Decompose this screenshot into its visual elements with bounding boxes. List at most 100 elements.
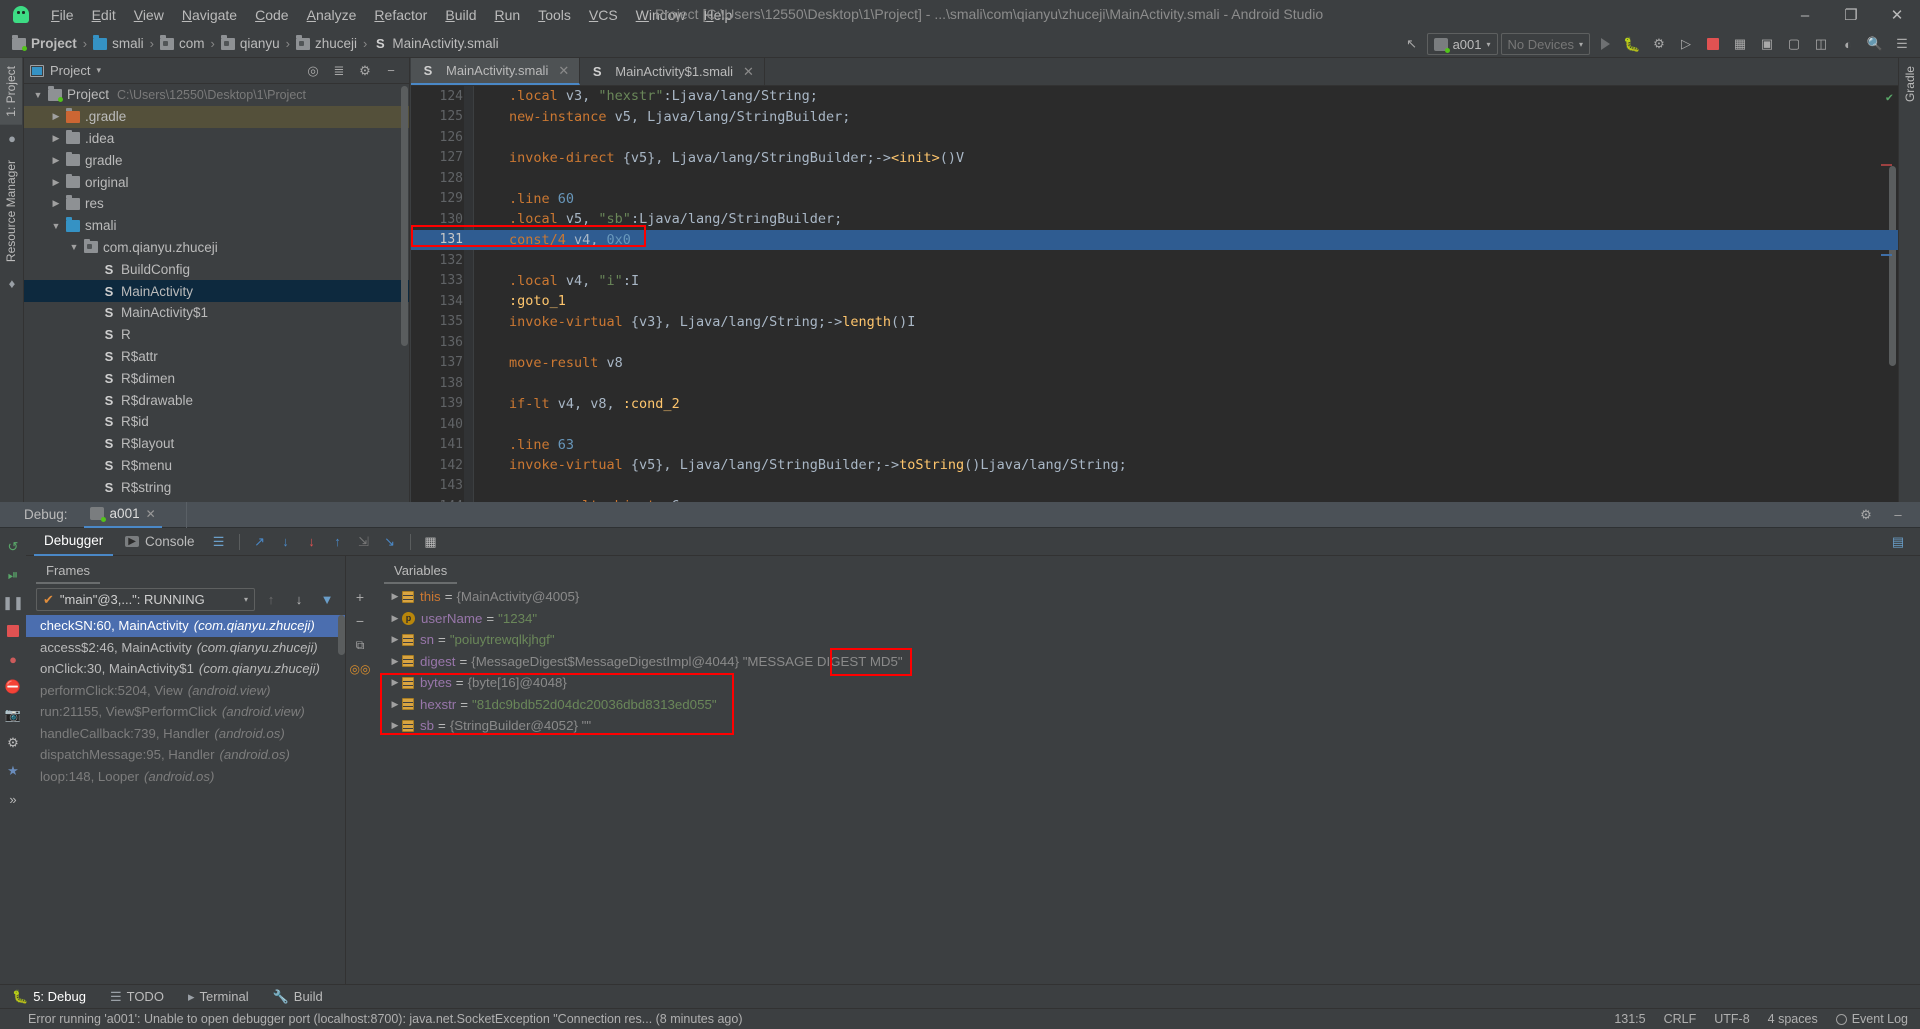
- stop-icon[interactable]: [1701, 33, 1725, 55]
- tab-variables[interactable]: Variables: [384, 559, 458, 584]
- pause-icon[interactable]: ❚❚: [1, 590, 25, 616]
- code-line-136[interactable]: 136: [411, 332, 1898, 353]
- tree-item-project[interactable]: ▼ Project C:\Users\12550\Desktop\1\Project: [24, 84, 409, 106]
- menu-edit[interactable]: Edit: [83, 3, 125, 27]
- pin-icon[interactable]: ★: [1, 758, 25, 784]
- step-out-icon[interactable]: ↑: [326, 531, 350, 553]
- line-separator[interactable]: CRLF: [1664, 1012, 1697, 1026]
- variable-row-userName[interactable]: ▶ p userName = "1234": [374, 608, 1920, 630]
- attach-debugger-icon[interactable]: ⚙: [1647, 33, 1671, 55]
- tree-expander-icon[interactable]: ▶: [50, 198, 62, 209]
- menu-code[interactable]: Code: [246, 3, 297, 27]
- run-configuration-selector[interactable]: a001 ▾: [1426, 33, 1498, 55]
- code-line-135[interactable]: 135 invoke-virtual {v3}, Ljava/lang/Strin…: [411, 312, 1898, 333]
- tree-expander-icon[interactable]: ▼: [32, 90, 44, 100]
- bottom-tab-todo[interactable]: ☰ TODO: [98, 989, 176, 1005]
- breadcrumb-item-project[interactable]: Project: [10, 35, 79, 51]
- view-breakpoints-icon[interactable]: ●: [1, 646, 25, 672]
- code-line-128[interactable]: 128: [411, 168, 1898, 189]
- bottom-tab-5--debug[interactable]: 🐛 5: Debug: [0, 989, 98, 1005]
- bottom-tab-terminal[interactable]: ▸ Terminal: [176, 989, 261, 1005]
- frames-list[interactable]: checkSN:60, MainActivity (com.qianyu.zhuc…: [26, 615, 345, 987]
- menu-run[interactable]: Run: [485, 3, 529, 27]
- code-line-141[interactable]: 141 .line 63: [411, 435, 1898, 456]
- hide-icon[interactable]: −: [379, 60, 403, 82]
- step-over-icon[interactable]: ↗: [248, 531, 272, 553]
- chevron-down-icon[interactable]: ▾: [96, 65, 101, 76]
- tree-item-r[interactable]: SR: [24, 324, 409, 346]
- resume-icon[interactable]: ⏯: [1, 562, 25, 588]
- tree-expander-icon[interactable]: ▶: [50, 133, 62, 144]
- stop-icon[interactable]: [1, 618, 25, 644]
- variable-row-digest[interactable]: ▶ digest = {MessageDigest$MessageDigestImpl…: [374, 651, 1920, 673]
- sdk-manager-icon[interactable]: ◫: [1809, 33, 1833, 55]
- inspect-icon[interactable]: ◎◎: [349, 658, 371, 680]
- frame-row[interactable]: checkSN:60, MainActivity (com.qianyu.zhuc…: [26, 615, 345, 637]
- tree-item-mainactivity[interactable]: S MainActivity: [24, 280, 409, 302]
- tree-item-r-attr[interactable]: S R$attr: [24, 346, 409, 368]
- code-line-139[interactable]: 139 if-lt v4, v8, :cond_2: [411, 394, 1898, 415]
- tab-console[interactable]: ▶ Console: [115, 528, 204, 556]
- remove-watch-icon[interactable]: −: [349, 610, 371, 632]
- tree-expander-icon[interactable]: ▶: [50, 177, 62, 188]
- code-line-132[interactable]: 132: [411, 250, 1898, 271]
- tab-frames[interactable]: Frames: [36, 559, 101, 584]
- variable-row-sb[interactable]: ▶ sb = {StringBuilder@4052} "": [374, 715, 1920, 737]
- frame-down-icon[interactable]: ↓: [287, 589, 311, 611]
- frame-row[interactable]: run:21155, View$PerformClick (android.vie…: [26, 701, 345, 723]
- rerun-icon[interactable]: ↺: [1, 534, 25, 560]
- code-line-130[interactable]: 130 .local v5, "sb":Ljava/lang/StringBuil…: [411, 209, 1898, 230]
- breadcrumb-item-zhuceji[interactable]: zhuceji: [294, 35, 359, 51]
- code-line-142[interactable]: 142 invoke-virtual {v5}, Ljava/lang/Strin…: [411, 455, 1898, 476]
- frame-row[interactable]: handleCallback:739, Handler (android.os): [26, 723, 345, 745]
- close-icon[interactable]: ✕: [146, 507, 156, 521]
- code-line-124[interactable]: 124 .local v3, "hexstr":Ljava/lang/String…: [411, 86, 1898, 107]
- close-icon[interactable]: ✕: [558, 63, 569, 79]
- tree-item--idea[interactable]: ▶ .idea: [24, 128, 409, 150]
- android-icon[interactable]: ●: [0, 125, 24, 152]
- editor-tab-mainactivity-smali[interactable]: S MainActivity.smali ✕: [411, 58, 581, 85]
- settings-icon[interactable]: ☰: [1890, 33, 1914, 55]
- tree-item-r-id[interactable]: S R$id: [24, 411, 409, 433]
- indent-setting[interactable]: 4 spaces: [1768, 1012, 1818, 1026]
- tree-item-r-string[interactable]: S R$string: [24, 476, 409, 498]
- caret-position[interactable]: 131:5: [1614, 1012, 1645, 1026]
- debug-hide-icon[interactable]: –: [1886, 504, 1910, 526]
- minimize-button[interactable]: –: [1782, 0, 1828, 30]
- coverage-icon[interactable]: ▷: [1674, 33, 1698, 55]
- menu-tools[interactable]: Tools: [529, 3, 580, 27]
- tree-expander-icon[interactable]: ▼: [50, 221, 62, 231]
- tree-item-gradle[interactable]: ▶ gradle: [24, 149, 409, 171]
- expand-icon[interactable]: ▶: [388, 656, 402, 667]
- variable-row-sn[interactable]: ▶ sn = "poiuytrewqlkjhgf": [374, 629, 1920, 651]
- frame-row[interactable]: loop:148, Looper (android.os): [26, 766, 345, 788]
- settings-icon[interactable]: ⚙: [1, 730, 25, 756]
- settings-icon[interactable]: ⚙: [353, 60, 377, 82]
- locate-icon[interactable]: ◎: [301, 60, 325, 82]
- menu-refactor[interactable]: Refactor: [365, 3, 436, 27]
- drop-frame-icon[interactable]: ⇲: [352, 531, 376, 553]
- menu-navigate[interactable]: Navigate: [173, 3, 246, 27]
- bottom-tab-build[interactable]: 🔧 Build: [261, 989, 335, 1005]
- breadcrumb-item-mainactivity-smali[interactable]: S MainActivity.smali: [371, 36, 500, 51]
- menu-analyze[interactable]: Analyze: [298, 3, 366, 27]
- frame-row[interactable]: dispatchMessage:95, Handler (android.os): [26, 744, 345, 766]
- menu-view[interactable]: View: [125, 3, 173, 27]
- run-icon[interactable]: [1593, 33, 1617, 55]
- event-log-button[interactable]: Event Log: [1835, 1012, 1908, 1026]
- tree-expander-icon[interactable]: ▼: [68, 242, 80, 252]
- breadcrumb-item-com[interactable]: com: [158, 35, 207, 51]
- variable-row-bytes[interactable]: ▶ bytes = {byte[16]@4048}: [374, 672, 1920, 694]
- run-to-cursor-icon[interactable]: ↘: [378, 531, 402, 553]
- layout-settings-icon[interactable]: ☰: [207, 531, 231, 553]
- tree-item-r-menu[interactable]: S R$menu: [24, 455, 409, 477]
- copy-icon[interactable]: ⧉: [349, 634, 371, 656]
- expand-icon[interactable]: ▶: [388, 677, 402, 688]
- close-button[interactable]: ✕: [1874, 0, 1920, 30]
- editor-tab-mainactivity-1-smali[interactable]: S MainActivity$1.smali ✕: [580, 58, 765, 85]
- force-step-into-icon[interactable]: ↓: [300, 531, 324, 553]
- device-manager-icon[interactable]: ▣: [1755, 33, 1779, 55]
- tree-item-r-drawable[interactable]: S R$drawable: [24, 389, 409, 411]
- frame-row[interactable]: performClick:5204, View (android.view): [26, 680, 345, 702]
- expand-icon[interactable]: ▶: [388, 720, 402, 731]
